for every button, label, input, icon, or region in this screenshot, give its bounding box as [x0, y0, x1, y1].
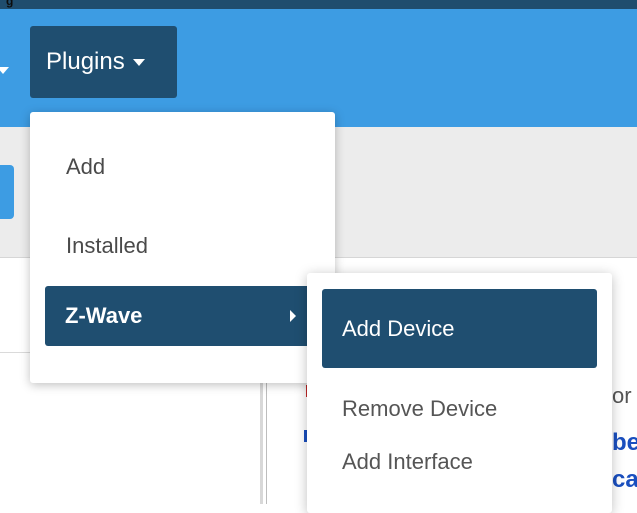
- plugins-label: Plugins: [46, 48, 125, 75]
- peek-text-1: or: [612, 383, 632, 408]
- caret-right-icon: [290, 310, 296, 322]
- chevron-down-icon[interactable]: [0, 67, 9, 74]
- top-strip-text: g: [6, 0, 14, 8]
- navbar: Plugins: [0, 9, 637, 127]
- menu-item-installed[interactable]: Installed: [30, 216, 335, 276]
- menu-item-add[interactable]: Add: [30, 137, 335, 197]
- menu-item-zwave[interactable]: Z-Wave: [45, 286, 320, 346]
- menu-item-label: Installed: [66, 233, 148, 258]
- submenu-item-label: Add Interface: [342, 449, 473, 474]
- submenu-item-label: Add Device: [342, 315, 455, 341]
- menu-item-label: Z-Wave: [65, 303, 143, 328]
- menu-item-label: Add: [66, 154, 106, 179]
- submenu-item-remove-device[interactable]: Remove Device: [307, 379, 612, 439]
- submenu-item-add-interface[interactable]: Add Interface: [307, 432, 612, 492]
- peek-link-2[interactable]: ca: [612, 466, 637, 494]
- top-strip: g: [0, 0, 637, 9]
- toolbar-button[interactable]: [0, 165, 14, 219]
- submenu-item-add-device[interactable]: Add Device: [322, 289, 597, 368]
- submenu-item-label: Remove Device: [342, 396, 498, 421]
- peek-link-1[interactable]: be: [612, 429, 637, 457]
- plugins-menu-button[interactable]: Plugins: [30, 26, 177, 98]
- caret-down-icon: [132, 58, 145, 66]
- plugins-dropdown: Add Installed Z-Wave: [30, 112, 335, 383]
- zwave-submenu: Add Device Remove Device Add Interface: [307, 273, 612, 513]
